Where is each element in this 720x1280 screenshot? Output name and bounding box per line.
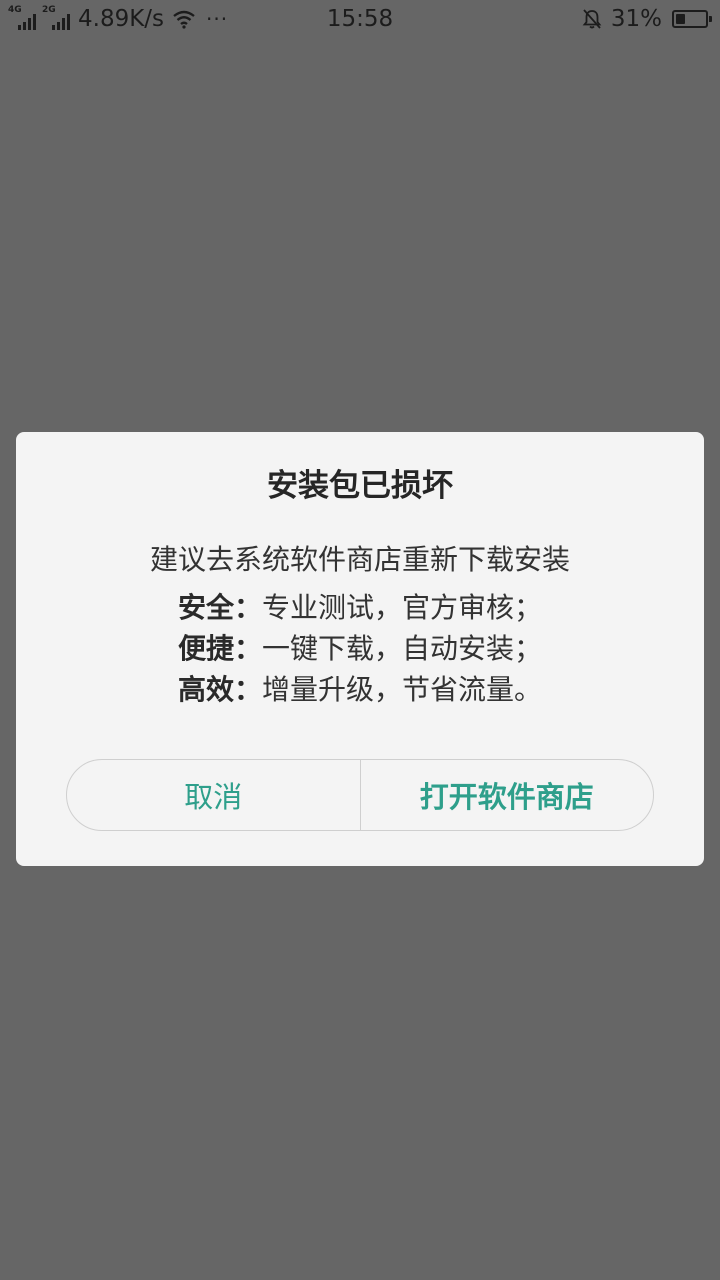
feature-key: 高效： [177,673,262,706]
feature-value: 一键下载，自动安装； [262,632,543,665]
status-right: 31% [581,5,712,33]
dialog-message: 建议去系统软件商店重新下载安装 [149,543,570,576]
cancel-button[interactable]: 取消 [67,760,360,830]
open-app-store-button[interactable]: 打开软件商店 [361,760,654,830]
battery-tip [709,16,712,22]
feature-value: 增量升级，节省流量。 [262,673,543,706]
battery-icon [672,10,712,28]
battery-level-fill [676,14,685,24]
feature-key: 安全： [177,591,262,624]
feature-key: 便捷： [177,632,262,665]
dialog-button-group: 取消 打开软件商店 [66,759,654,831]
feature-line-efficient: 高效：增量升级，节省流量。 [0,672,720,708]
feature-value: 专业测试，官方审核； [262,591,543,624]
dialog-title: 安装包已损坏 [267,468,453,504]
status-bar: 4G 2G 4.89K/s ··· 15:58 31% [0,0,720,38]
feature-line-safe: 安全：专业测试，官方审核； [0,590,720,626]
battery-percentage: 31% [610,6,662,32]
screen: 4G 2G 4.89K/s ··· 15:58 31% 安装包已损坏 建议去系统… [0,0,720,1280]
mute-icon [581,8,603,30]
feature-line-convenient: 便捷：一键下载，自动安装； [0,631,720,667]
